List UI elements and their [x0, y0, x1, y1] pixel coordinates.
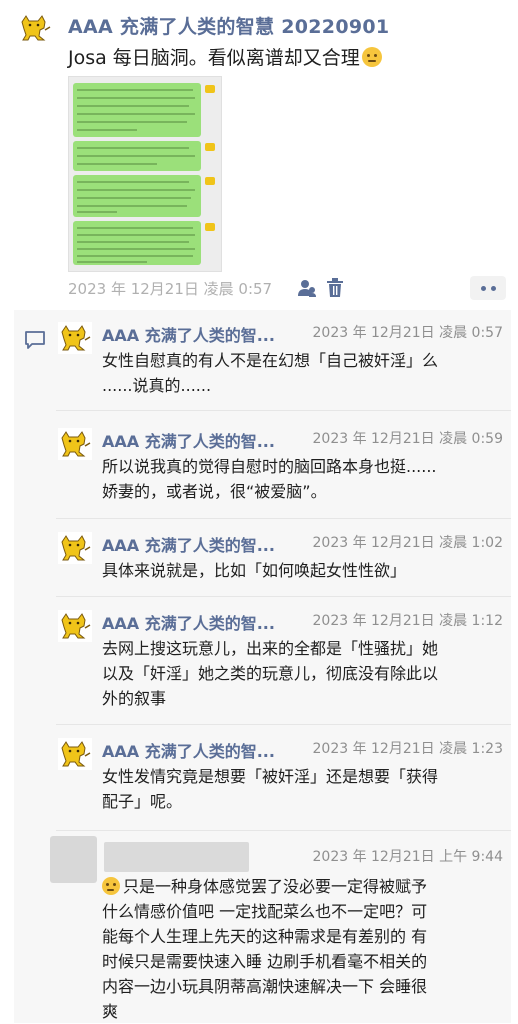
golden-bear-avatar-icon[interactable]: [58, 428, 92, 460]
comment-author[interactable]: AAA 充满了人类的智...: [102, 322, 275, 346]
comment-author[interactable]: AAA 充满了人类的智...: [102, 738, 275, 762]
comment-timestamp: 2023 年 12月21日 凌晨 1:23: [312, 741, 504, 757]
comment-text[interactable]: 具体来说就是，比如「如何唤起女性性欲」: [102, 558, 406, 583]
post-timestamp: 2023 年 12月21日 凌晨 0:57: [68, 280, 273, 298]
redacted-avatar[interactable]: [50, 836, 97, 883]
more-dots-icon[interactable]: [470, 276, 506, 300]
comment-text[interactable]: 女性发情究竟是想要「被奸淫」还是想要「获得 配子」呢。: [102, 764, 438, 814]
thinking-face-icon: [361, 47, 382, 67]
golden-bear-avatar-icon[interactable]: [18, 12, 52, 44]
comment-text[interactable]: 只是一种身体感觉罢了没必要一定得被赋予 什么情感价值吧 一定找配菜么也不一定吧？…: [102, 874, 502, 1024]
comment-timestamp: 2023 年 12月21日 凌晨 0:59: [312, 431, 504, 447]
post-author[interactable]: AAA 充满了人类的智慧 20220901: [68, 12, 389, 39]
golden-bear-avatar-icon[interactable]: [58, 532, 92, 564]
comment-timestamp: 2023 年 12月21日 凌晨 0:57: [312, 325, 504, 341]
people-icon[interactable]: [298, 278, 316, 298]
comment-timestamp: 2023 年 12月21日 上午 9:44: [312, 849, 504, 865]
comment-timestamp: 2023 年 12月21日 凌晨 1:02: [312, 535, 504, 551]
post-text: Josa 每日脑洞。看似离谱却又合理: [68, 43, 382, 70]
comment-author[interactable]: AAA 充满了人类的智...: [102, 532, 275, 556]
comment-text[interactable]: 去网上搜这玩意儿，出来的全都是「性骚扰」她 以及「奸淫」她之类的玩意儿，彻底没有除…: [102, 636, 438, 711]
chat-screenshot-thumbnail[interactable]: [68, 76, 222, 272]
redacted-author-name[interactable]: [104, 842, 249, 872]
comment-text[interactable]: 女性自慰真的有人不是在幻想「自己被奸淫」么 ......说真的......: [102, 348, 438, 398]
thinking-face-icon: [102, 877, 120, 895]
comment-text[interactable]: 所以说我真的觉得自慰时的脑回路本身也挺...... 娇妻的，或者说，很“被爱脑”。: [102, 454, 437, 504]
comment-author[interactable]: AAA 充满了人类的智...: [102, 610, 275, 634]
trash-icon[interactable]: [326, 278, 344, 298]
golden-bear-avatar-icon[interactable]: [58, 322, 92, 354]
comment-timestamp: 2023 年 12月21日 凌晨 1:12: [312, 613, 504, 629]
golden-bear-avatar-icon[interactable]: [58, 610, 92, 642]
golden-bear-avatar-icon[interactable]: [58, 738, 92, 770]
comment-bubble-icon: [25, 331, 45, 349]
comment-author[interactable]: AAA 充满了人类的智...: [102, 428, 275, 452]
